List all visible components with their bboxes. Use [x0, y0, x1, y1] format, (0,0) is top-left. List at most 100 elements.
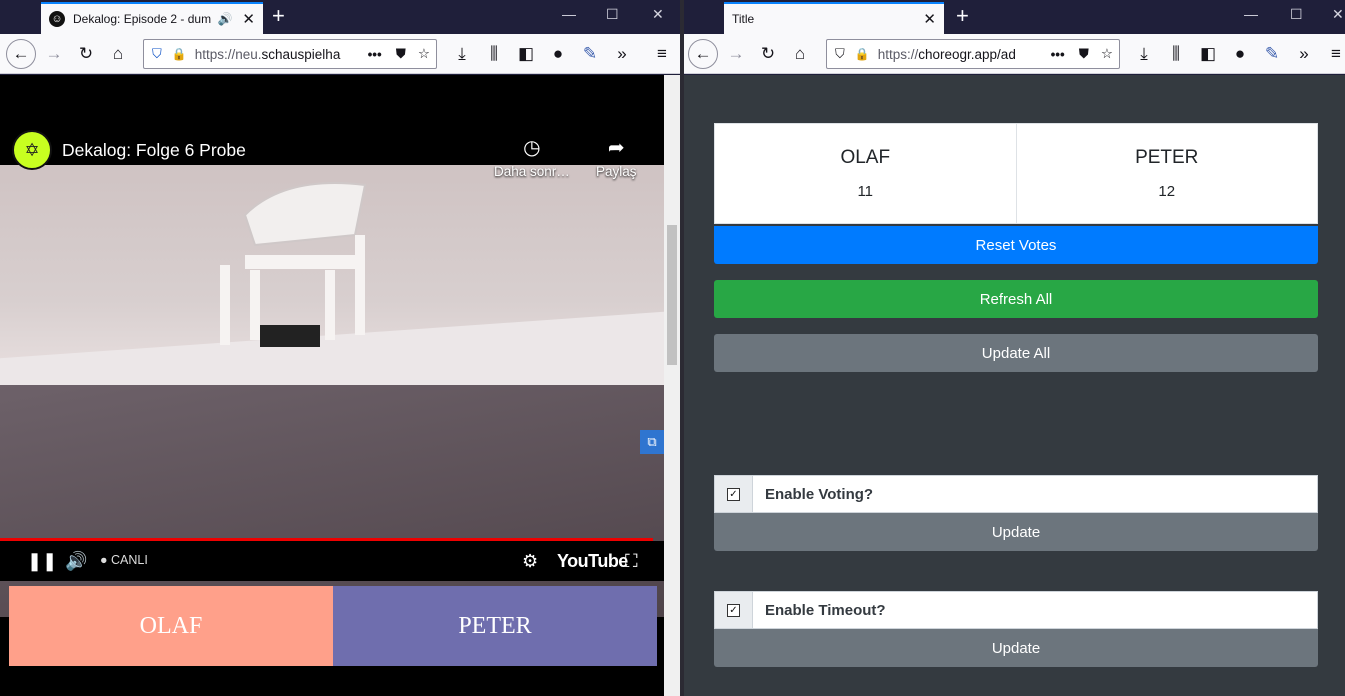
library-icon[interactable]: ⫼ — [482, 42, 506, 66]
volume-icon[interactable]: 🔊 — [65, 551, 87, 572]
left-browser-window: ☺ Dekalog: Episode 2 - dummy 🔊 ✕ + — ☐ ✕… — [0, 0, 680, 696]
live-indicator: ● CANLI — [100, 553, 148, 567]
shield-icon: ⛉ — [835, 46, 845, 61]
enable-timeout-label: Enable Timeout? — [765, 601, 886, 619]
chair-image — [220, 182, 367, 347]
url-bar[interactable]: ⛉ 🔒 https://neu.schauspielha ••• ⛊ ☆ — [143, 39, 437, 69]
overflow-chevron-icon[interactable]: » — [1292, 42, 1316, 66]
settings-gear-icon[interactable]: ⚙ — [522, 551, 538, 572]
url-text: https://choreogr.app/ad — [878, 47, 1043, 62]
tab-title: Dekalog: Episode 2 - dummy — [73, 12, 212, 26]
url-prefix: https://neu. — [194, 46, 262, 62]
close-icon[interactable]: ✕ — [242, 10, 255, 28]
nav-toolbar: ← → ↻ ⌂ ⛉ 🔒 https://choreogr.app/ad ••• … — [684, 34, 1345, 74]
checkbox-wrapper: ✓ — [715, 592, 753, 628]
bookmark-star-icon[interactable]: ☆ — [1101, 46, 1113, 62]
nav-toolbar: ← → ↻ ⌂ ⛉ 🔒 https://neu.schauspielha •••… — [0, 34, 680, 74]
account-icon[interactable]: ● — [1228, 42, 1252, 66]
tab-title[interactable]: Title ✕ — [724, 2, 944, 34]
account-icon[interactable]: ● — [546, 42, 570, 66]
candidate-name: PETER — [1135, 147, 1199, 168]
pocket-icon[interactable]: ⛊ — [1079, 46, 1089, 62]
new-tab-icon[interactable]: + — [956, 5, 969, 27]
url-host: choreogr.app/ad — [918, 46, 1016, 62]
home-icon[interactable]: ⌂ — [788, 42, 812, 66]
video-title-bar: ✡ Dekalog: Folge 6 Probe ◷ Daha sonr… ➦ … — [0, 130, 664, 190]
tab-title-text: Title — [732, 12, 755, 26]
video-title[interactable]: Dekalog: Folge 6 Probe — [62, 140, 246, 161]
sidebar-icon[interactable]: ◧ — [514, 42, 538, 66]
lock-icon: 🔒 — [854, 47, 870, 61]
minimize-icon[interactable]: — — [562, 6, 576, 22]
maximize-icon[interactable]: ☐ — [1290, 6, 1303, 23]
enable-voting-label: Enable Voting? — [765, 485, 874, 503]
youtube-logo[interactable]: YouTube — [557, 551, 628, 572]
reload-icon[interactable]: ↻ — [756, 42, 780, 66]
forward-icon[interactable]: → — [42, 42, 66, 66]
url-host: schauspielha — [261, 46, 341, 62]
tab-strip: ☺ Dekalog: Episode 2 - dummy 🔊 ✕ + — ☐ ✕ — [0, 0, 680, 34]
enable-timeout-row: ✓ Enable Timeout? — [714, 591, 1318, 629]
channel-logo-icon[interactable]: ✡ — [12, 130, 52, 170]
back-icon[interactable]: ← — [688, 39, 718, 69]
reset-votes-button[interactable]: Reset Votes — [714, 226, 1318, 264]
share-label: Paylaş — [596, 164, 637, 179]
update-voting-button[interactable]: Update — [714, 513, 1318, 551]
page-actions-icon[interactable]: ••• — [368, 47, 382, 62]
right-browser-window: Title ✕ + — ☐ ✕ ← → ↻ ⌂ ⛉ 🔒 https://chor… — [684, 0, 1345, 696]
window-close-icon[interactable]: ✕ — [652, 6, 664, 23]
vote-count: 12 — [1158, 183, 1176, 200]
watch-later-label: Daha sonr… — [494, 164, 570, 179]
pause-icon[interactable]: ❚❚ — [27, 551, 57, 572]
tab-dekalog[interactable]: ☺ Dekalog: Episode 2 - dummy 🔊 ✕ — [41, 2, 263, 34]
update-all-button[interactable]: Update All — [714, 334, 1318, 372]
watch-later-button[interactable]: ◷ Daha sonr… — [494, 135, 570, 179]
vote-peter-button[interactable]: PETER — [333, 586, 657, 666]
enable-voting-row: ✓ Enable Voting? — [714, 475, 1318, 513]
back-icon[interactable]: ← — [6, 39, 36, 69]
update-timeout-button[interactable]: Update — [714, 629, 1318, 667]
scrollbar-thumb[interactable] — [667, 225, 677, 365]
home-icon[interactable]: ⌂ — [106, 42, 130, 66]
reload-icon[interactable]: ↻ — [74, 42, 98, 66]
library-icon[interactable]: ⫼ — [1164, 42, 1188, 66]
menu-icon[interactable]: ≡ — [650, 42, 674, 66]
shield-icon: ⛉ — [152, 46, 162, 61]
eyedropper-icon[interactable]: ✎ — [578, 42, 602, 66]
speaker-icon[interactable]: 🔊 — [217, 12, 232, 26]
pocket-icon[interactable]: ⛊ — [396, 46, 406, 62]
refresh-all-button[interactable]: Refresh All — [714, 280, 1318, 318]
stage-floor — [0, 385, 664, 617]
page-actions-icon[interactable]: ••• — [1051, 47, 1065, 62]
url-prefix: https:// — [877, 46, 919, 62]
candidate-name: OLAF — [840, 147, 891, 168]
checkbox-wrapper: ✓ — [715, 476, 753, 512]
vote-count-card: OLAF 11 PETER 12 — [714, 123, 1318, 224]
eyedropper-icon[interactable]: ✎ — [1260, 42, 1284, 66]
video-controls: ❚❚ 🔊 ● CANLI ⚙ YouTube ⛶ — [0, 541, 664, 581]
vote-count: 11 — [857, 183, 874, 200]
forward-icon[interactable]: → — [724, 42, 748, 66]
share-button[interactable]: ➦ Paylaş — [596, 135, 637, 179]
sidebar-icon[interactable]: ◧ — [1196, 42, 1220, 66]
fullscreen-icon[interactable]: ⛶ — [625, 551, 638, 572]
new-tab-icon[interactable]: + — [272, 5, 285, 27]
overflow-chevron-icon[interactable]: » — [610, 42, 634, 66]
download-icon[interactable]: ⤓ — [1132, 42, 1156, 66]
candidate-peter: PETER 12 — [1015, 124, 1318, 223]
enable-voting-checkbox[interactable]: ✓ — [727, 487, 740, 501]
url-bar[interactable]: ⛉ 🔒 https://choreogr.app/ad ••• ⛊ ☆ — [826, 39, 1120, 69]
menu-icon[interactable]: ≡ — [1324, 42, 1345, 66]
miniplayer-icon[interactable]: ⧉ — [640, 430, 664, 454]
vote-olaf-button[interactable]: OLAF — [9, 586, 333, 666]
minimize-icon[interactable]: — — [1244, 6, 1258, 22]
bookmark-star-icon[interactable]: ☆ — [418, 46, 430, 62]
tab-strip: Title ✕ + — ☐ ✕ — [684, 0, 1345, 34]
smiley-favicon-icon: ☺ — [49, 11, 65, 27]
close-icon[interactable]: ✕ — [923, 10, 936, 28]
download-icon[interactable]: ⤓ — [450, 42, 474, 66]
scrollbar[interactable] — [664, 75, 680, 696]
enable-timeout-checkbox[interactable]: ✓ — [727, 603, 740, 617]
window-close-icon[interactable]: ✕ — [1332, 6, 1344, 23]
maximize-icon[interactable]: ☐ — [606, 6, 619, 23]
